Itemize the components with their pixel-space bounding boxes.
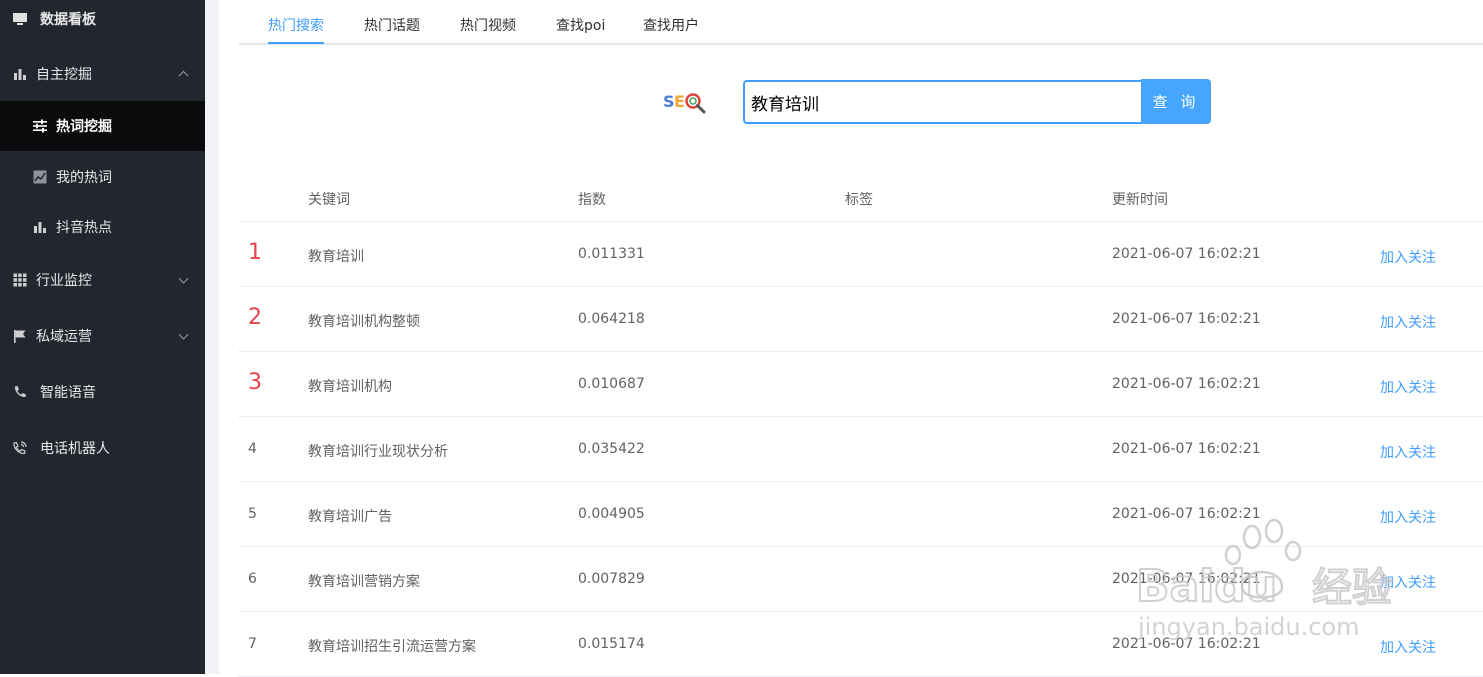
rank-number: 4 bbox=[248, 441, 257, 457]
updated-cell: 2021-06-07 16:02:21 bbox=[1112, 246, 1261, 262]
sidebar-item-label: 私域运营 bbox=[36, 329, 92, 345]
results-table: 关键词 指数 标签 更新时间 1 教育培训 0.011331 2021-06-0… bbox=[238, 172, 1483, 677]
index-cell: 0.035422 bbox=[578, 441, 645, 457]
sidebar-divider bbox=[205, 0, 219, 674]
chevron-down-icon bbox=[178, 329, 189, 340]
sidebar-item-label: 数据看板 bbox=[40, 12, 96, 28]
keyword-cell: 教育培训 bbox=[308, 249, 364, 265]
sidebar-item-industry-monitor[interactable]: 行业监控 bbox=[0, 256, 207, 304]
phone-icon bbox=[12, 384, 28, 400]
sidebar-item-label: 我的热词 bbox=[56, 170, 112, 186]
table-row: 4 教育培训行业现状分析 0.035422 2021-06-07 16:02:2… bbox=[238, 417, 1483, 482]
index-cell: 0.064218 bbox=[578, 311, 645, 327]
keyword-cell: 教育培训招生引流运营方案 bbox=[308, 639, 476, 655]
sidebar-item-label: 行业监控 bbox=[36, 273, 92, 289]
chevron-up-icon bbox=[178, 70, 189, 81]
sliders-icon bbox=[32, 118, 48, 134]
svg-text:S: S bbox=[663, 92, 675, 111]
follow-link[interactable]: 加入关注 bbox=[1380, 377, 1436, 397]
updated-cell: 2021-06-07 16:02:21 bbox=[1112, 636, 1261, 652]
table-row: 3 教育培训机构 0.010687 2021-06-07 16:02:21 加入… bbox=[238, 352, 1483, 417]
bar-chart-icon bbox=[32, 219, 48, 235]
svg-text:E: E bbox=[674, 92, 685, 111]
keyword-cell: 教育培训广告 bbox=[308, 509, 392, 525]
rank-number: 1 bbox=[248, 240, 262, 265]
chevron-down-icon bbox=[178, 273, 189, 284]
tab-bar: 热门搜索 热门话题 热门视频 查找poi 查找用户 bbox=[239, 0, 1483, 45]
sidebar: 数据看板 自主挖掘 热词挖掘 我的热词 抖音热点 行业监控 私域运营 智能语音 … bbox=[0, 0, 207, 674]
sidebar-item-hotword-mining[interactable]: 热词挖掘 bbox=[0, 101, 207, 151]
tab-hot-search[interactable]: 热门搜索 bbox=[268, 15, 324, 35]
table-row: 7 教育培训招生引流运营方案 0.015174 2021-06-07 16:02… bbox=[238, 612, 1483, 677]
follow-link[interactable]: 加入关注 bbox=[1380, 442, 1436, 462]
rank-number: 7 bbox=[248, 636, 257, 652]
updated-cell: 2021-06-07 16:02:21 bbox=[1112, 376, 1261, 392]
grid-icon bbox=[12, 272, 28, 288]
sidebar-item-label: 热词挖掘 bbox=[56, 119, 112, 135]
updated-cell: 2021-06-07 16:02:21 bbox=[1112, 311, 1261, 327]
sidebar-item-private-ops[interactable]: 私域运营 bbox=[0, 312, 207, 360]
seo-logo: S E bbox=[663, 92, 706, 114]
column-header-updated: 更新时间 bbox=[1112, 192, 1168, 208]
sidebar-item-smart-voice[interactable]: 智能语音 bbox=[0, 368, 207, 416]
trend-chart-icon bbox=[32, 169, 48, 185]
sidebar-item-my-hotwords[interactable]: 我的热词 bbox=[0, 152, 207, 202]
sidebar-item-douyin-hot[interactable]: 抖音热点 bbox=[0, 202, 207, 252]
search-input[interactable] bbox=[743, 80, 1143, 124]
table-header: 关键词 指数 标签 更新时间 bbox=[238, 172, 1483, 222]
bar-chart-icon bbox=[12, 66, 28, 82]
sidebar-item-label: 抖音热点 bbox=[56, 220, 112, 236]
sidebar-item-dashboard[interactable]: 数据看板 bbox=[0, 0, 207, 38]
sidebar-item-mining[interactable]: 自主挖掘 bbox=[0, 50, 207, 98]
tab-find-poi[interactable]: 查找poi bbox=[556, 15, 605, 35]
monitor-icon bbox=[12, 11, 28, 27]
sidebar-item-label: 自主挖掘 bbox=[36, 67, 92, 83]
keyword-cell: 教育培训营销方案 bbox=[308, 574, 420, 590]
sidebar-item-label: 电话机器人 bbox=[40, 441, 110, 457]
updated-cell: 2021-06-07 16:02:21 bbox=[1112, 571, 1261, 587]
rank-number: 3 bbox=[248, 370, 262, 395]
column-header-tag: 标签 bbox=[845, 192, 873, 208]
column-header-keyword: 关键词 bbox=[308, 192, 350, 208]
index-cell: 0.004905 bbox=[578, 506, 645, 522]
follow-link[interactable]: 加入关注 bbox=[1380, 572, 1436, 592]
keyword-cell: 教育培训机构整顿 bbox=[308, 314, 420, 330]
flag-icon bbox=[12, 328, 28, 344]
phone-ring-icon bbox=[12, 440, 28, 456]
rank-number: 2 bbox=[248, 305, 262, 330]
follow-link[interactable]: 加入关注 bbox=[1380, 637, 1436, 657]
table-row: 2 教育培训机构整顿 0.064218 2021-06-07 16:02:21 … bbox=[238, 287, 1483, 352]
search-button[interactable]: 查 询 bbox=[1141, 79, 1211, 124]
column-header-index: 指数 bbox=[578, 192, 606, 208]
keyword-cell: 教育培训机构 bbox=[308, 379, 392, 395]
tab-find-user[interactable]: 查找用户 bbox=[643, 15, 699, 35]
table-row: 1 教育培训 0.011331 2021-06-07 16:02:21 加入关注 bbox=[238, 222, 1483, 287]
sidebar-item-phone-robot[interactable]: 电话机器人 bbox=[0, 424, 207, 472]
main-content: 热门搜索 热门话题 热门视频 查找poi 查找用户 S E 查 询 关键词 指数… bbox=[219, 0, 1483, 677]
active-tab-indicator bbox=[268, 42, 324, 44]
table-row: 6 教育培训营销方案 0.007829 2021-06-07 16:02:21 … bbox=[238, 547, 1483, 612]
tab-hot-videos[interactable]: 热门视频 bbox=[460, 15, 516, 35]
rank-number: 5 bbox=[248, 506, 257, 522]
index-cell: 0.010687 bbox=[578, 376, 645, 392]
index-cell: 0.015174 bbox=[578, 636, 645, 652]
index-cell: 0.007829 bbox=[578, 571, 645, 587]
rank-number: 6 bbox=[248, 571, 257, 587]
follow-link[interactable]: 加入关注 bbox=[1380, 312, 1436, 332]
tab-hot-topics[interactable]: 热门话题 bbox=[364, 15, 420, 35]
keyword-cell: 教育培训行业现状分析 bbox=[308, 444, 448, 460]
follow-link[interactable]: 加入关注 bbox=[1380, 507, 1436, 527]
table-row: 5 教育培训广告 0.004905 2021-06-07 16:02:21 加入… bbox=[238, 482, 1483, 547]
updated-cell: 2021-06-07 16:02:21 bbox=[1112, 506, 1261, 522]
follow-link[interactable]: 加入关注 bbox=[1380, 247, 1436, 267]
updated-cell: 2021-06-07 16:02:21 bbox=[1112, 441, 1261, 457]
index-cell: 0.011331 bbox=[578, 246, 645, 262]
sidebar-item-label: 智能语音 bbox=[40, 385, 96, 401]
